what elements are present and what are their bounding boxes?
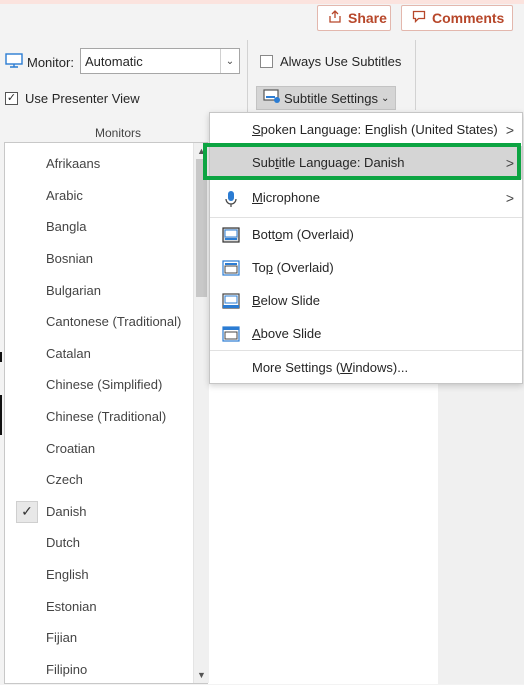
menu-item-label: Microphone: [252, 190, 320, 205]
ribbon-divider: [415, 40, 416, 110]
monitor-icon: [5, 53, 23, 71]
monitor-label: Monitor:: [5, 53, 74, 71]
menu-item-label: Below Slide: [252, 293, 320, 308]
list-item[interactable]: Fijian: [5, 622, 193, 654]
monitors-group-label: Monitors: [95, 126, 142, 140]
monitor-label-text: Monitor:: [27, 54, 74, 70]
microphone-icon: [222, 190, 240, 207]
language-label: Afrikaans: [46, 156, 101, 172]
list-item[interactable]: Bulgarian: [5, 274, 193, 306]
menu-item-spoken-language[interactable]: Spoken Language: English (United States)…: [210, 113, 522, 146]
menu-item-microphone[interactable]: Microphone >: [210, 181, 522, 214]
top-overlaid-icon: [222, 259, 240, 276]
comment-icon: [412, 10, 426, 26]
list-item[interactable]: Estonian: [5, 590, 193, 622]
list-item[interactable]: Arabic: [5, 180, 193, 212]
menu-item-label: More Settings (Windows)...: [252, 360, 409, 375]
scrollbar[interactable]: ▲ ▼: [193, 143, 209, 683]
always-subtitles-checkbox-row[interactable]: Always Use Subtitles: [260, 54, 401, 69]
comments-button[interactable]: Comments: [401, 5, 513, 31]
menu-item-below-slide[interactable]: Below Slide: [210, 284, 522, 317]
bottom-overlaid-icon: [222, 226, 240, 243]
list-item[interactable]: Croatian: [5, 432, 193, 464]
subtitle-settings-label: Subtitle Settings: [284, 90, 378, 106]
comments-label: Comments: [432, 10, 505, 26]
chevron-right-icon: >: [505, 189, 514, 206]
list-item[interactable]: Czech: [5, 464, 193, 496]
subtitle-settings-icon: [263, 89, 281, 107]
side-panel: [438, 380, 524, 684]
monitor-select-value: Automatic: [85, 54, 143, 69]
presenter-view-label: Use Presenter View: [25, 91, 140, 106]
scroll-down-icon[interactable]: ▼: [194, 667, 209, 683]
language-label: Fijian: [46, 630, 78, 646]
list-item[interactable]: English: [5, 559, 193, 591]
language-label: Filipino: [46, 661, 88, 677]
menu-item-top-overlaid[interactable]: Top (Overlaid): [210, 251, 522, 284]
share-icon: [328, 9, 342, 27]
subtitle-settings-button[interactable]: Subtitle Settings ⌄: [256, 86, 397, 110]
chevron-down-icon[interactable]: ⌄: [220, 49, 239, 73]
list-item[interactable]: Afrikaans: [5, 148, 193, 180]
language-label: Croatian: [46, 440, 96, 456]
language-label: Bangla: [46, 219, 87, 235]
list-item[interactable]: Catalan: [5, 338, 193, 370]
highlight-box: [203, 143, 521, 180]
menu-item-label: Bottom (Overlaid): [252, 227, 354, 242]
left-edge-mark: [0, 352, 2, 362]
list-item[interactable]: Bosnian: [5, 243, 193, 275]
always-subtitles-checkbox[interactable]: [260, 55, 273, 68]
language-label: Estonian: [46, 598, 97, 614]
language-label: Arabic: [46, 187, 83, 203]
share-button[interactable]: Share: [317, 5, 391, 31]
checkmark-icon: ✓: [16, 500, 38, 523]
language-label: Bosnian: [46, 251, 93, 267]
chevron-right-icon: >: [505, 121, 514, 138]
presenter-view-checkbox-row[interactable]: ✓ Use Presenter View: [5, 91, 140, 106]
language-label: Danish: [46, 503, 87, 519]
presenter-view-checkbox[interactable]: ✓: [5, 92, 18, 105]
list-item[interactable]: Chinese (Simplified): [5, 369, 193, 401]
language-label: English: [46, 567, 89, 583]
list-item[interactable]: Cantonese (Traditional): [5, 306, 193, 338]
menu-item-label: Top (Overlaid): [252, 260, 334, 275]
left-edge-mark: [0, 395, 2, 435]
menu-item-label: Spoken Language: English (United States): [252, 122, 498, 137]
language-label: Dutch: [46, 535, 80, 551]
list-item[interactable]: Dutch: [5, 527, 193, 559]
list-item[interactable]: Bangla: [5, 211, 193, 243]
above-slide-icon: [222, 325, 240, 342]
language-label: Catalan: [46, 345, 91, 361]
below-slide-icon: [222, 292, 240, 309]
language-label: Bulgarian: [46, 282, 101, 298]
list-item[interactable]: ✓ Danish: [5, 495, 193, 528]
language-list[interactable]: Afrikaans Arabic Bangla Bosnian Bulgarian Can…: [4, 142, 209, 685]
language-label: Chinese (Simplified): [46, 377, 163, 393]
language-label: Czech: [46, 472, 83, 488]
language-label: Cantonese (Traditional): [46, 314, 182, 330]
chevron-down-icon: ⌄: [380, 92, 390, 104]
monitor-select[interactable]: Automatic ⌄: [80, 48, 240, 74]
menu-item-above-slide[interactable]: Above Slide: [210, 317, 522, 350]
top-accent-strip: [0, 0, 524, 4]
menu-item-bottom-overlaid[interactable]: Bottom (Overlaid): [210, 218, 522, 251]
list-item[interactable]: Chinese (Traditional): [5, 401, 193, 433]
always-subtitles-label: Always Use Subtitles: [280, 54, 402, 69]
language-label: Chinese (Traditional): [46, 409, 167, 425]
slide-area: [208, 380, 439, 684]
menu-item-more-settings[interactable]: More Settings (Windows)...: [210, 351, 522, 384]
menu-item-label: Above Slide: [252, 326, 322, 341]
share-label: Share: [348, 10, 387, 26]
list-item[interactable]: Filipino: [5, 654, 193, 685]
